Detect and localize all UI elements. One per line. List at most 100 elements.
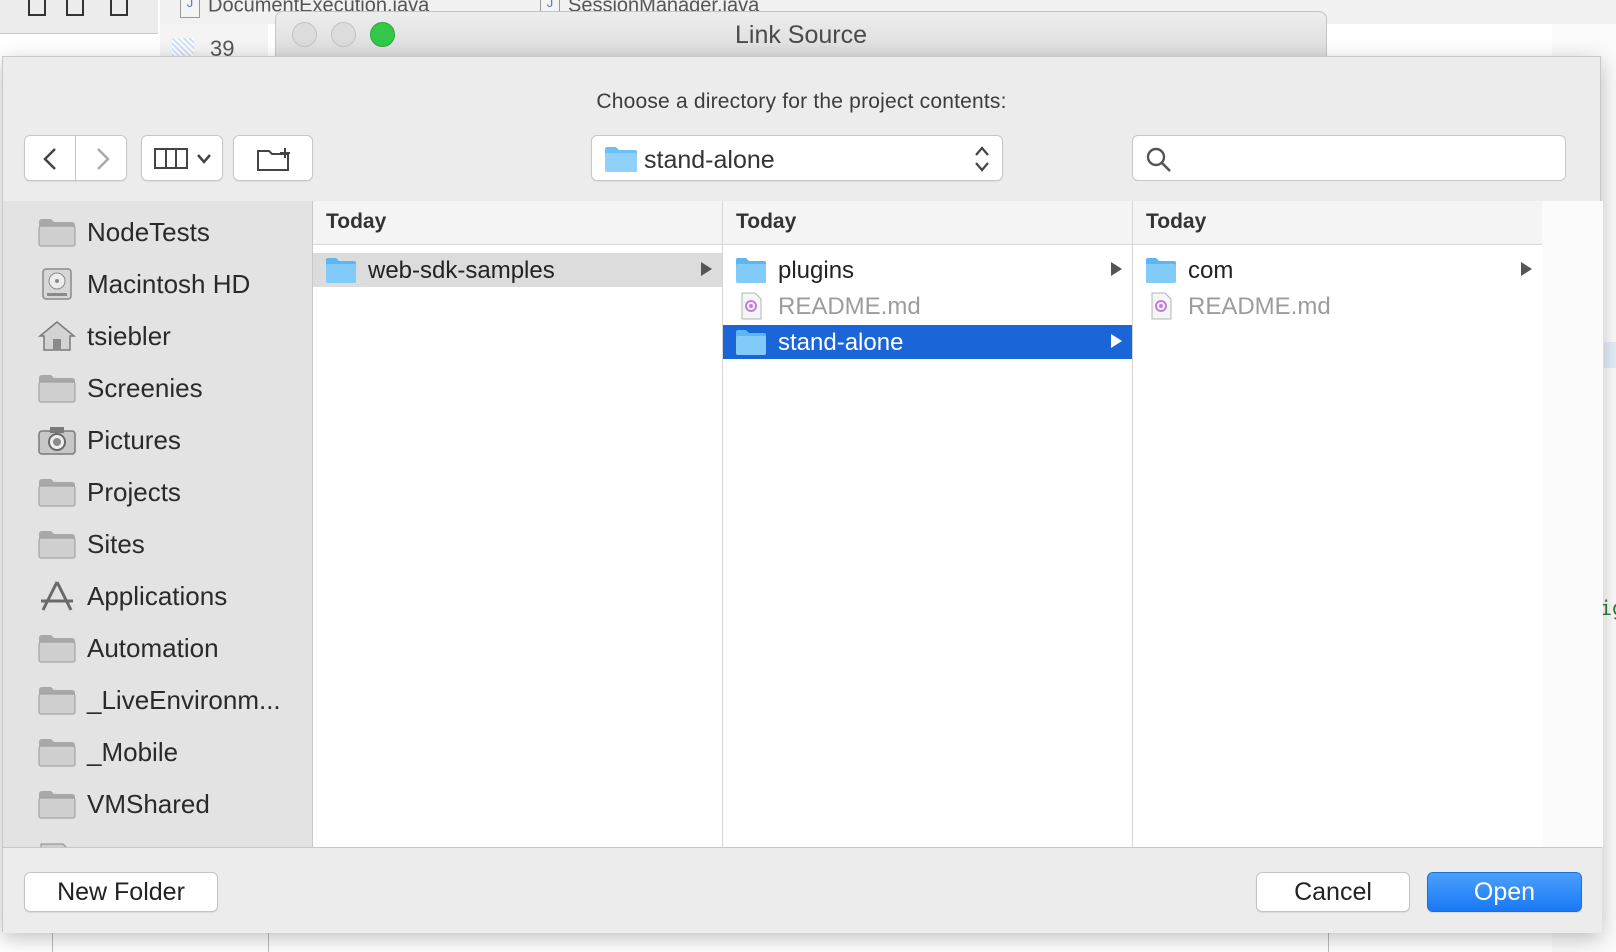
sidebar-item-projects[interactable]: Projects bbox=[3, 467, 312, 517]
empty-column-area bbox=[1542, 201, 1603, 847]
new-folder-button[interactable]: New Folder bbox=[24, 872, 218, 912]
folder-icon bbox=[736, 330, 766, 355]
open-button[interactable]: Open bbox=[1427, 872, 1582, 912]
item-name: README.md bbox=[1188, 293, 1331, 320]
forward-button[interactable] bbox=[75, 135, 127, 181]
toolbar-icon[interactable] bbox=[28, 0, 46, 16]
column-browser: Today web-sdk-samples Today plugins READ… bbox=[312, 201, 1603, 847]
folder-icon bbox=[326, 258, 356, 283]
sidebar-item-pictures[interactable]: Pictures bbox=[3, 415, 312, 465]
markdown-file-icon bbox=[1151, 292, 1172, 320]
sidebar: NodeTests Macintosh HD tsiebler Screenie… bbox=[3, 201, 312, 847]
list-item-readme: README.md bbox=[723, 289, 1132, 323]
item-name: README.md bbox=[778, 293, 921, 320]
folder-icon bbox=[38, 219, 76, 247]
sidebar-item-partial[interactable] bbox=[3, 831, 312, 847]
sidebar-item-label: VMShared bbox=[87, 789, 210, 819]
folder-icon bbox=[736, 258, 766, 283]
search-input[interactable] bbox=[1183, 142, 1553, 174]
search-field[interactable] bbox=[1132, 135, 1566, 181]
item-name: stand-alone bbox=[778, 329, 904, 356]
folder-icon bbox=[38, 687, 76, 715]
column-header: Today bbox=[723, 201, 1132, 245]
browser-column: Today com README.md bbox=[1133, 201, 1543, 847]
path-popup-button[interactable]: stand-alone bbox=[591, 135, 1003, 181]
sidebar-item-label: Macintosh HD bbox=[87, 269, 251, 299]
sidebar-item-label: _LiveEnvironm... bbox=[87, 685, 281, 715]
sidebar-item-applications[interactable]: Applications bbox=[3, 571, 312, 621]
sidebar-item-label: Sites bbox=[87, 529, 145, 559]
sidebar-item-vmshared[interactable]: VMShared bbox=[3, 779, 312, 829]
open-panel: Choose a directory for the project conte… bbox=[2, 56, 1603, 933]
editor-highlight bbox=[1604, 342, 1616, 368]
disclosure-arrow-icon bbox=[1111, 334, 1122, 348]
chevron-down-icon bbox=[197, 154, 211, 164]
folder-icon bbox=[38, 635, 76, 663]
browser-column: Today web-sdk-samples bbox=[313, 201, 723, 847]
toolbar-icon[interactable] bbox=[110, 0, 128, 16]
list-item-stand-alone[interactable]: stand-alone bbox=[723, 325, 1132, 359]
updown-chevron-icon bbox=[975, 146, 989, 172]
sidebar-item-label: Automation bbox=[87, 633, 219, 663]
window-titlebar: Link Source bbox=[275, 11, 1327, 57]
folder-icon bbox=[38, 739, 76, 767]
ide-toolbar bbox=[0, 0, 158, 34]
list-item-com[interactable]: com bbox=[1133, 253, 1542, 287]
sidebar-item-label: Screenies bbox=[87, 373, 203, 403]
path-popup-label: stand-alone bbox=[644, 146, 775, 174]
back-button[interactable] bbox=[24, 135, 76, 181]
sidebar-item-label: Pictures bbox=[87, 425, 181, 455]
sidebar-item-macintosh-hd[interactable]: Macintosh HD bbox=[3, 259, 312, 309]
markdown-file-icon bbox=[741, 292, 762, 320]
view-mode-button[interactable] bbox=[141, 135, 223, 181]
column-header: Today bbox=[1133, 201, 1542, 245]
window-title: Link Source bbox=[734, 21, 868, 49]
cancel-button[interactable]: Cancel bbox=[1256, 872, 1410, 912]
folder-icon bbox=[38, 479, 76, 507]
applications-icon bbox=[41, 581, 73, 611]
sidebar-item-automation[interactable]: Automation bbox=[3, 623, 312, 673]
new-folder-toolbar-button[interactable] bbox=[233, 135, 313, 181]
search-icon bbox=[1146, 147, 1171, 172]
dialog-footer: New Folder Cancel Open bbox=[3, 847, 1602, 933]
sidebar-item-screenies[interactable]: Screenies bbox=[3, 363, 312, 413]
chevron-left-icon bbox=[43, 148, 56, 170]
list-item-plugins[interactable]: plugins bbox=[723, 253, 1132, 287]
sidebar-item-sites[interactable]: Sites bbox=[3, 519, 312, 569]
home-icon bbox=[37, 321, 77, 351]
sidebar-item-tsiebler[interactable]: tsiebler bbox=[3, 311, 312, 361]
sidebar-item-label: Projects bbox=[87, 477, 181, 507]
sidebar-item-label: _Mobile bbox=[87, 737, 179, 767]
chevron-right-icon bbox=[97, 148, 110, 170]
folder-icon bbox=[1146, 258, 1176, 283]
list-item-web-sdk-samples[interactable]: web-sdk-samples bbox=[313, 253, 722, 287]
item-name: com bbox=[1188, 257, 1234, 284]
list-item-readme: README.md bbox=[1133, 289, 1542, 323]
sidebar-item-mobile[interactable]: _Mobile bbox=[3, 727, 312, 777]
sidebar-item-label: NodeTests bbox=[87, 217, 210, 247]
document-icon bbox=[40, 843, 67, 847]
folder-icon bbox=[38, 375, 76, 403]
column-header: Today bbox=[313, 201, 722, 245]
change-marker-icon bbox=[172, 38, 194, 56]
sidebar-item-liveenvironment[interactable]: _LiveEnvironm... bbox=[3, 675, 312, 725]
dialog-prompt: Choose a directory for the project conte… bbox=[596, 90, 1007, 113]
browser-column: Today plugins README.md stand-alone bbox=[723, 201, 1133, 847]
sidebar-item-nodetests[interactable]: NodeTests bbox=[3, 207, 312, 257]
sidebar-item-label: tsiebler bbox=[87, 321, 171, 351]
folder-icon bbox=[38, 791, 76, 819]
folder-icon bbox=[605, 147, 637, 172]
camera-icon bbox=[38, 427, 76, 455]
disclosure-arrow-icon bbox=[1521, 262, 1532, 276]
hard-drive-icon bbox=[42, 268, 72, 300]
disclosure-arrow-icon bbox=[1111, 262, 1122, 276]
new-folder-icon bbox=[257, 148, 290, 171]
sidebar-item-label: Applications bbox=[87, 581, 228, 611]
disclosure-arrow-icon bbox=[701, 262, 712, 276]
item-name: web-sdk-samples bbox=[368, 257, 555, 284]
column-view-icon bbox=[154, 148, 188, 169]
toolbar-icon[interactable] bbox=[66, 0, 84, 16]
item-name: plugins bbox=[778, 257, 855, 284]
folder-icon bbox=[38, 531, 76, 559]
ide-bottom-strip bbox=[52, 930, 1552, 952]
